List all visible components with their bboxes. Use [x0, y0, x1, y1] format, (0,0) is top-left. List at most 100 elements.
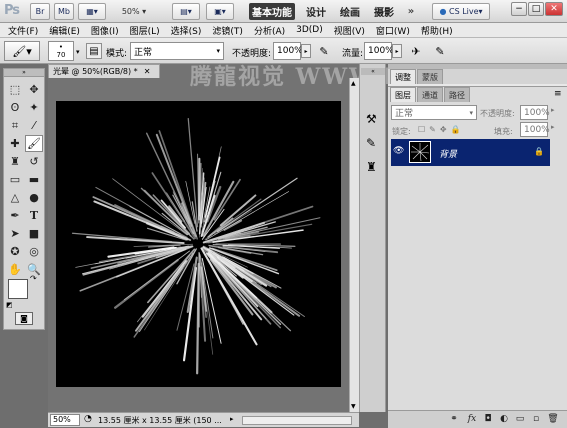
scroll-down-icon[interactable]: ▼	[351, 403, 356, 410]
brush-panel-icon[interactable]: ✎	[366, 136, 376, 150]
chevron-right-icon[interactable]: ▸	[551, 106, 555, 114]
brush-panel-toggle[interactable]: ▤	[86, 43, 102, 59]
screen-mode-button[interactable]: ▣▾	[206, 3, 234, 20]
brush-preset-picker[interactable]: • 70	[48, 41, 74, 61]
lock-icons[interactable]: ☐✎✥🔒	[418, 125, 465, 134]
canvas[interactable]	[56, 101, 341, 387]
menu-edit[interactable]: 编辑(E)	[49, 24, 80, 37]
chevron-right-icon[interactable]: ▸	[551, 123, 555, 131]
cs-live-button[interactable]: ● CS Live ▾	[432, 3, 490, 20]
add-mask-icon[interactable]: ◘	[482, 413, 494, 425]
clone-stamp-icon[interactable]: ♜	[6, 153, 24, 170]
maximize-button[interactable]: □	[528, 2, 544, 16]
zoom-level-select[interactable]: 50% ▾	[112, 3, 156, 20]
adjustment-layer-icon[interactable]: ◐	[498, 413, 510, 425]
minimize-button[interactable]: −	[511, 2, 527, 16]
new-layer-icon[interactable]: ▫	[530, 413, 542, 425]
workspace-design[interactable]: 设计	[302, 3, 330, 20]
rectangular-marquee-icon[interactable]: ⬚	[6, 81, 24, 98]
quick-selection-icon[interactable]: ✦	[25, 99, 43, 116]
workspace-essentials[interactable]: 基本功能	[249, 3, 295, 20]
tab-channels[interactable]: 通道	[417, 87, 443, 102]
move-tool-icon[interactable]: ✥	[25, 81, 43, 98]
delete-layer-icon[interactable]: 🗑	[547, 413, 559, 425]
path-selection-icon[interactable]: ➤	[6, 225, 24, 242]
rectangle-shape-icon[interactable]: ■	[25, 225, 43, 242]
tool-presets-icon[interactable]: ⚒	[366, 112, 377, 126]
horizontal-scrollbar[interactable]	[242, 416, 352, 425]
default-colors-icon[interactable]: ◩	[6, 301, 13, 309]
menu-filter[interactable]: 滤镜(T)	[212, 24, 243, 37]
status-menu-arrow[interactable]: ▸	[230, 415, 234, 423]
panel-menu-icon[interactable]: ≡	[554, 89, 562, 99]
brush-tool-icon[interactable]: 🖌	[25, 135, 43, 152]
pen-icon[interactable]: ✒	[6, 207, 24, 224]
mode-select[interactable]: 正常 ▾	[130, 42, 224, 60]
new-group-icon[interactable]: ▭	[514, 413, 526, 425]
lasso-icon[interactable]: ʘ	[6, 99, 24, 116]
tab-layers[interactable]: 图层	[390, 87, 416, 102]
status-zoom-input[interactable]: 50%	[50, 414, 80, 426]
crop-icon[interactable]: ⌗	[6, 117, 24, 134]
history-brush-icon[interactable]: ↺	[25, 153, 43, 170]
visibility-eye-icon[interactable]: 👁	[393, 146, 404, 156]
light-ray	[187, 117, 199, 228]
spot-healing-icon[interactable]: ✚	[6, 135, 24, 152]
layer-style-icon[interactable]: fx	[466, 413, 478, 425]
light-ray	[75, 245, 188, 268]
vertical-scrollbar[interactable]: ▲ ▼	[349, 78, 359, 412]
fill-input[interactable]: 100%	[520, 122, 550, 137]
tablet-opacity-button[interactable]: ✎	[316, 43, 332, 59]
swap-colors-icon[interactable]: ↷	[30, 274, 37, 283]
3d-rotate-icon[interactable]: ✪	[6, 243, 24, 260]
menu-help[interactable]: 帮助(H)	[421, 24, 453, 37]
more-workspaces-button[interactable]: »	[404, 3, 418, 20]
dodge-icon[interactable]: ●	[25, 189, 43, 206]
close-icon[interactable]: ✕	[144, 67, 151, 76]
tool-preset-picker[interactable]: 🖌▾	[4, 41, 40, 61]
workspace-painting[interactable]: 绘画	[336, 3, 364, 20]
menu-layer[interactable]: 图层(L)	[130, 24, 160, 37]
menu-select[interactable]: 选择(S)	[171, 24, 202, 37]
bridge-button[interactable]: Br	[30, 3, 50, 20]
quick-mask-button[interactable]: ◙	[15, 312, 33, 325]
menu-view[interactable]: 视图(V)	[334, 24, 365, 37]
tab-paths[interactable]: 路径	[444, 87, 470, 102]
menu-file[interactable]: 文件(F)	[8, 24, 38, 37]
opacity-input[interactable]: 100%	[273, 42, 303, 60]
scroll-up-icon[interactable]: ▲	[351, 80, 356, 87]
tablet-size-button[interactable]: ✎	[432, 43, 448, 59]
tools-panel-grip[interactable]: »	[4, 69, 44, 77]
dock-grip[interactable]: «	[361, 68, 385, 75]
menu-analysis[interactable]: 分析(A)	[254, 24, 285, 37]
close-button[interactable]: ✕	[545, 2, 563, 16]
type-tool-icon[interactable]: T	[25, 207, 43, 224]
flow-slider-toggle[interactable]: ▸	[392, 44, 402, 58]
tab-masks[interactable]: 蒙版	[417, 69, 443, 84]
layer-row[interactable]: 👁 背景 🔒	[391, 139, 550, 166]
arrange-documents-button[interactable]: ▤▾	[172, 3, 200, 20]
light-ray	[134, 264, 185, 332]
workspace-photography[interactable]: 摄影	[370, 3, 398, 20]
3d-orbit-icon[interactable]: ◎	[25, 243, 43, 260]
opacity-slider-toggle[interactable]: ▸	[301, 44, 311, 58]
gradient-icon[interactable]: ▬	[25, 171, 43, 188]
blend-mode-select[interactable]: 正常 ▾	[391, 105, 477, 120]
menu-window[interactable]: 窗口(W)	[376, 24, 410, 37]
clone-source-icon[interactable]: ♜	[366, 160, 377, 174]
menu-image[interactable]: 图像(I)	[91, 24, 119, 37]
link-layers-icon[interactable]: ⚭	[448, 413, 460, 425]
document-tab[interactable]: 光晕 @ 50%(RGB/8) * ✕	[48, 64, 160, 78]
eraser-icon[interactable]: ▭	[6, 171, 24, 188]
eyedropper-icon[interactable]: ⁄	[25, 117, 43, 134]
flow-input[interactable]: 100%	[364, 42, 394, 60]
airbrush-button[interactable]: ✈	[408, 43, 424, 59]
blur-icon[interactable]: △	[6, 189, 24, 206]
menu-3d[interactable]: 3D(D)	[296, 25, 323, 35]
layer-opacity-input[interactable]: 100%	[520, 105, 550, 120]
tab-adjustments[interactable]: 调整	[390, 69, 416, 84]
foreground-color-swatch[interactable]	[8, 279, 28, 299]
hand-icon[interactable]: ✋	[6, 261, 24, 278]
view-extras-button[interactable]: ▦▾	[78, 3, 106, 20]
mini-bridge-button[interactable]: Mb	[54, 3, 74, 20]
